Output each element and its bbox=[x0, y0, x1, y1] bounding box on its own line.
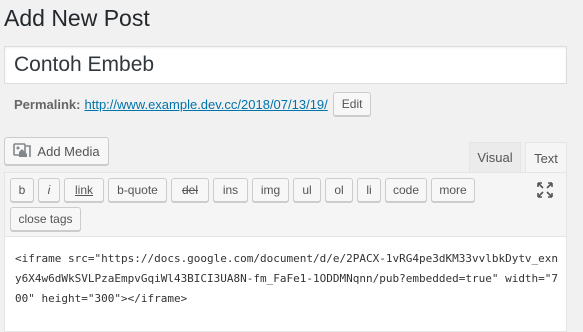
qt-code-button[interactable]: code bbox=[385, 178, 427, 202]
permalink-label: Permalink: bbox=[14, 96, 81, 112]
post-content-textarea[interactable]: <iframe src="https://docs.google.com/doc… bbox=[15, 249, 560, 309]
permalink-link[interactable]: http://www.example.dev.cc/2018/07/13/19/ bbox=[84, 97, 327, 112]
add-media-label: Add Media bbox=[37, 143, 100, 159]
qt-bquote-button[interactable]: b-quote bbox=[108, 178, 167, 202]
edit-permalink-button[interactable]: Edit bbox=[332, 92, 372, 116]
add-media-button[interactable]: Add Media bbox=[4, 137, 109, 165]
qt-bold-button[interactable]: b bbox=[10, 178, 34, 202]
fullscreen-icon[interactable] bbox=[536, 181, 554, 199]
qt-italic-button[interactable]: i bbox=[38, 178, 60, 202]
qt-img-button[interactable]: img bbox=[252, 178, 289, 202]
permalink-row: Permalink: http://www.example.dev.cc/201… bbox=[14, 92, 372, 116]
qt-ins-button[interactable]: ins bbox=[213, 178, 248, 202]
quicktags-toolbar: b i link b-quote del ins img ul ol li co… bbox=[5, 173, 566, 237]
qt-more-button[interactable]: more bbox=[431, 178, 475, 202]
qt-ul-button[interactable]: ul bbox=[293, 178, 321, 202]
page-title: Add New Post bbox=[4, 5, 150, 31]
tab-text[interactable]: Text bbox=[525, 142, 567, 173]
qt-del-button[interactable]: del bbox=[171, 178, 209, 202]
qt-li-button[interactable]: li bbox=[357, 178, 381, 202]
media-icon bbox=[13, 143, 32, 157]
qt-ol-button[interactable]: ol bbox=[325, 178, 353, 202]
editor-box: b i link b-quote del ins img ul ol li co… bbox=[4, 172, 567, 332]
qt-close-tags-button[interactable]: close tags bbox=[10, 207, 81, 231]
tab-visual[interactable]: Visual bbox=[469, 142, 521, 172]
qt-link-button[interactable]: link bbox=[64, 178, 104, 202]
post-title-input[interactable]: Contoh Embeb bbox=[4, 46, 567, 84]
